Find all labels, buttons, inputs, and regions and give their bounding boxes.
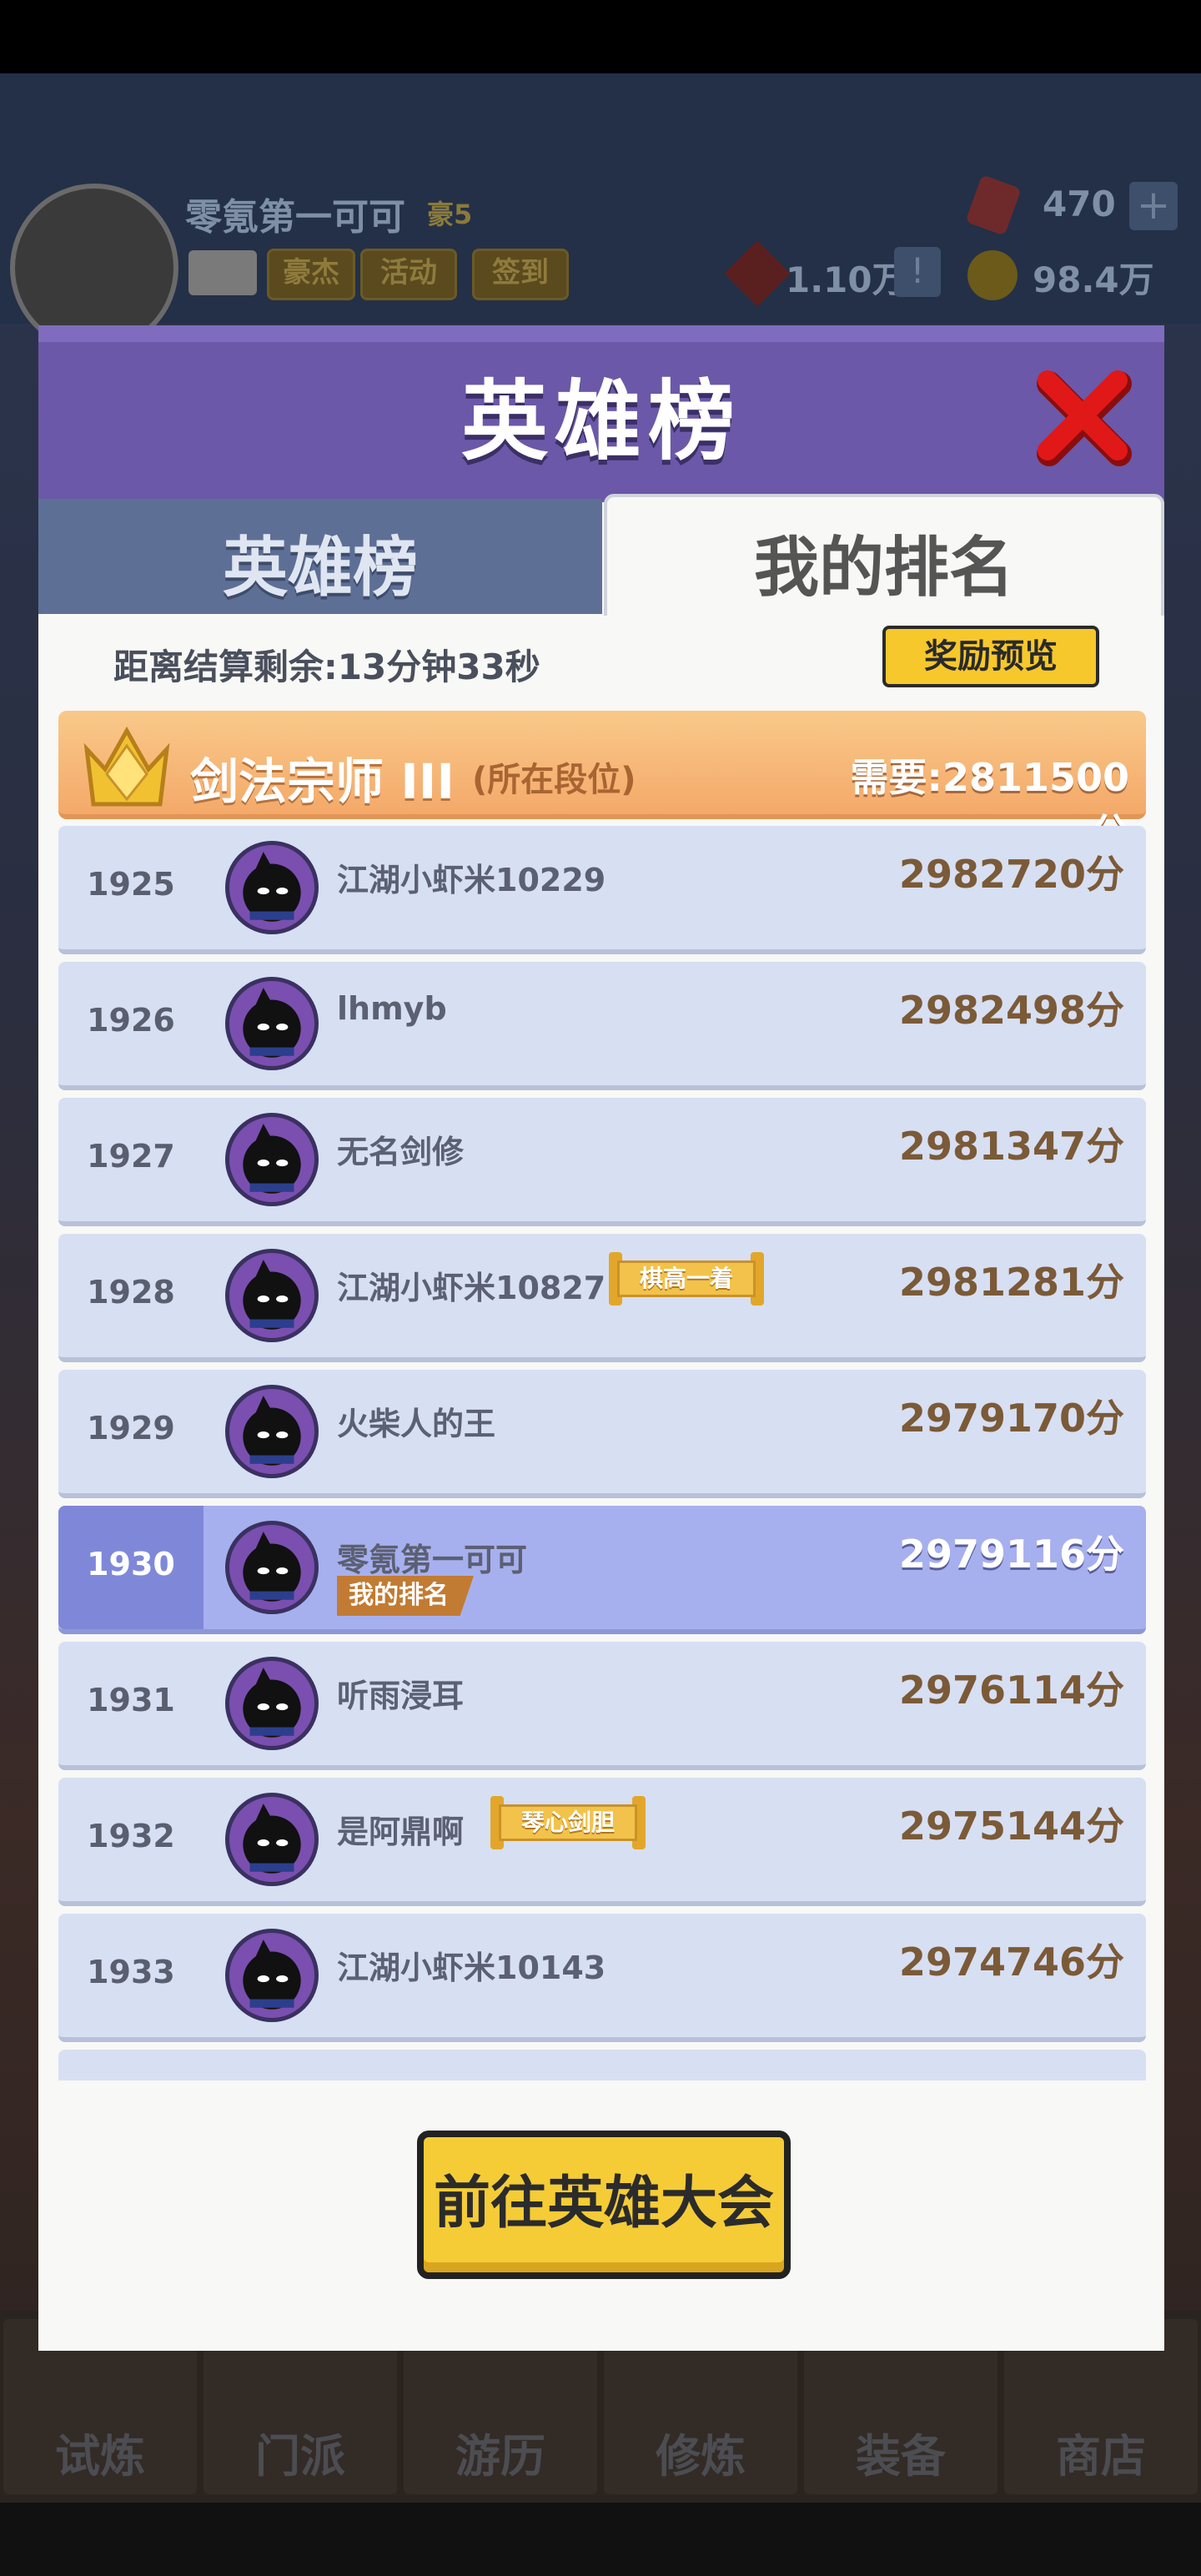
rank-list[interactable]: 1925 江湖小虾米10229 2982720分 1926 lhmyb 2982498分 1… [58, 826, 1146, 2080]
rank-row[interactable]: 1926 lhmyb 2982498分 [58, 962, 1146, 1090]
player-name: 江湖小虾米10143 [337, 1950, 606, 1986]
rank-number: 1925 [87, 866, 175, 903]
player-score: 2982498分 [898, 988, 1124, 1033]
player-score: 2979170分 [898, 1396, 1124, 1441]
coin-icon [967, 250, 1018, 300]
close-icon[interactable] [1033, 367, 1136, 470]
nav-label: 修炼 [656, 2430, 746, 2483]
player-avatar-icon[interactable] [225, 1657, 319, 1750]
title-badge-text: 棋高一着 [617, 1260, 756, 1297]
player-score: 2981281分 [898, 1260, 1124, 1305]
player-score: 2976114分 [898, 1668, 1124, 1713]
system-nav-bar [0, 2503, 1201, 2576]
rank-number: 1933 [87, 1954, 175, 1990]
checkin-button[interactable]: 签到 [472, 249, 569, 300]
title-badge: 棋高一着 [609, 1252, 764, 1306]
info-button[interactable]: ! [894, 247, 941, 297]
rank-row[interactable]: 1928 江湖小虾米10827 棋高一着 2981281分 [58, 1234, 1146, 1362]
settlement-timer: 距离结算剩余:13分钟33秒 [113, 647, 540, 687]
rank-row[interactable]: 1933 江湖小虾米10143 2974746分 [58, 1914, 1146, 2042]
hero-button[interactable]: 豪杰 [267, 249, 355, 300]
player-name: 零氪第一可可 [185, 196, 405, 239]
rank-row[interactable]: 1927 无名剑修 2981347分 [58, 1098, 1146, 1226]
title-badge: 琴心剑胆 [490, 1796, 646, 1849]
my-rank-row[interactable]: 1930 零氪第一可可 我的排名 2979116分 [58, 1506, 1146, 1634]
nav-label: 门派 [255, 2430, 345, 2483]
player-name: 无名剑修 [337, 1134, 465, 1170]
rank-number: 1927 [87, 1138, 175, 1175]
rank-number: 1930 [87, 1546, 175, 1582]
rank-row[interactable]: 1932 是阿鼎啊 琴心剑胆 2975144分 [58, 1778, 1146, 1906]
player-avatar-icon[interactable] [225, 841, 319, 934]
background-header [0, 73, 1201, 324]
tab-hero-board-label: 英雄榜 [222, 531, 418, 606]
tier-name: 剑法宗师 III [190, 753, 455, 810]
modal-title: 英雄榜 [460, 370, 741, 472]
player-avatar-icon[interactable] [225, 1929, 319, 2022]
gem-count: 470 [1043, 184, 1116, 224]
rank-row-partial[interactable] [58, 2050, 1146, 2080]
player-name: lhmyb [337, 990, 447, 1027]
event-button[interactable]: 活动 [360, 249, 457, 300]
player-name: 是阿鼎啊 [337, 1814, 465, 1850]
player-avatar-icon[interactable] [225, 977, 319, 1070]
player-name: 江湖小虾米10229 [337, 862, 606, 898]
nav-label: 装备 [856, 2430, 946, 2483]
nav-label: 试炼 [55, 2430, 145, 2483]
reward-preview-button[interactable]: 奖励预览 [882, 626, 1099, 687]
tier-subtitle: (所在段位) [472, 761, 636, 799]
player-avatar-icon[interactable] [225, 1793, 319, 1886]
tab-my-rank-label: 我的排名 [753, 531, 1014, 606]
title-badge-text: 琴心剑胆 [499, 1804, 637, 1841]
player-name: 听雨浸耳 [337, 1678, 465, 1714]
rank-number: 1928 [87, 1274, 175, 1311]
player-avatar-icon[interactable] [225, 1385, 319, 1478]
my-rank-tag: 我的排名 [337, 1576, 474, 1616]
nav-label: 商店 [1056, 2430, 1146, 2483]
coin-count: 98.4万 [1033, 259, 1154, 300]
goto-hero-conference-button[interactable]: 前往英雄大会 [417, 2131, 791, 2279]
player-score: 2979116分 [898, 1532, 1124, 1577]
player-avatar-icon[interactable] [225, 1521, 319, 1614]
status-bar [0, 0, 1201, 73]
player-name: 江湖小虾米10827 [337, 1270, 606, 1306]
player-avatar-icon[interactable] [225, 1113, 319, 1206]
add-gems-button[interactable]: + [1129, 182, 1178, 230]
rank-number: 1929 [87, 1410, 175, 1446]
crown-icon [83, 726, 170, 807]
mail-icon[interactable] [188, 250, 257, 295]
player-score: 2982720分 [898, 852, 1124, 897]
player-score: 2975144分 [898, 1804, 1124, 1849]
nav-label: 游历 [455, 2430, 545, 2483]
player-avatar-icon[interactable] [225, 1249, 319, 1342]
rank-number: 1931 [87, 1682, 175, 1718]
player-level: 豪5 [427, 199, 473, 230]
player-name: 零氪第一可可 [337, 1542, 528, 1578]
player-name: 火柴人的王 [337, 1406, 496, 1442]
rank-row[interactable]: 1929 火柴人的王 2979170分 [58, 1370, 1146, 1498]
player-score: 2981347分 [898, 1124, 1124, 1169]
rank-number: 1926 [87, 1002, 175, 1039]
player-score: 2974746分 [898, 1940, 1124, 1985]
rank-row[interactable]: 1925 江湖小虾米10229 2982720分 [58, 826, 1146, 954]
rank-row[interactable]: 1931 听雨浸耳 2976114分 [58, 1642, 1146, 1770]
modal-header-highlight [38, 325, 1164, 342]
rank-number: 1932 [87, 1818, 175, 1854]
power-value: 1.10万 [786, 259, 907, 300]
